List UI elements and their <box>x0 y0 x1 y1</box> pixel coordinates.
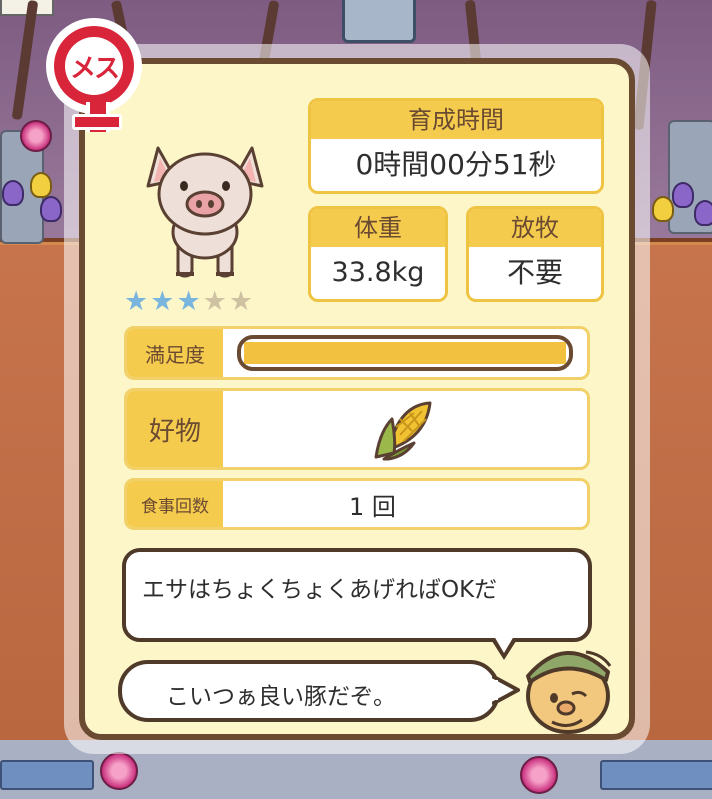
raise-time-value: 0時間00分51秒 <box>355 148 557 181</box>
star-empty-icon: ★ <box>228 286 254 317</box>
background-crocus <box>672 182 694 208</box>
meal-count-value: 1 回 <box>349 492 396 521</box>
background-signboard <box>342 0 416 43</box>
background-crocus <box>30 172 52 198</box>
background-fence <box>600 760 712 790</box>
background-crocus <box>40 196 62 222</box>
favorite-label: 好物 <box>127 391 223 467</box>
weight-box: 体重 33.8kg <box>308 206 448 302</box>
satisfaction-gauge <box>237 335 573 371</box>
favorite-food-row: 好物 <box>124 388 590 470</box>
grazing-label: 放牧 <box>469 209 601 247</box>
satisfaction-row: 満足度 <box>124 326 590 380</box>
female-badge-icon: メス <box>46 18 142 132</box>
weight-label: 体重 <box>311 209 445 247</box>
farmer-icon <box>526 650 612 734</box>
star-filled-icon: ★ <box>150 286 175 317</box>
tip-text: エサはちょくちょくあげればOKだ <box>142 577 498 603</box>
weight-value: 33.8kg <box>331 257 425 288</box>
satisfaction-label: 満足度 <box>127 329 223 377</box>
satisfaction-gauge-fill <box>244 342 566 364</box>
rating-stars: ★ ★ ★ ★ ★ <box>124 288 253 315</box>
background-crocus <box>2 180 24 206</box>
star-empty-icon: ★ <box>202 286 227 317</box>
background-fence <box>0 760 94 790</box>
comment-speech-bubble: こいつぁ良い豚だぞ。 <box>118 660 500 722</box>
corn-icon <box>374 401 432 461</box>
comment-text: こいつぁ良い豚だぞ。 <box>166 684 396 710</box>
tip-speech-bubble: エサはちょくちょくあげればOKだ <box>122 548 592 642</box>
meal-count-row: 食事回数 1 回 <box>124 478 590 530</box>
star-filled-icon: ★ <box>124 286 149 317</box>
background-crocus <box>694 200 712 226</box>
pig-icon <box>146 146 264 278</box>
grazing-value: 不要 <box>506 256 563 289</box>
tip-bubble-tail-fill <box>494 636 514 653</box>
background-flower <box>100 752 138 790</box>
grazing-box: 放牧 不要 <box>466 206 604 302</box>
raise-time-label: 育成時間 <box>311 101 601 139</box>
gender-label: メス <box>65 37 123 95</box>
raise-time-box: 育成時間 0時間00分51秒 <box>308 98 604 194</box>
background-crocus <box>652 196 674 222</box>
star-filled-icon: ★ <box>176 286 201 317</box>
background-flower <box>520 756 558 794</box>
meal-count-label: 食事回数 <box>127 481 223 527</box>
